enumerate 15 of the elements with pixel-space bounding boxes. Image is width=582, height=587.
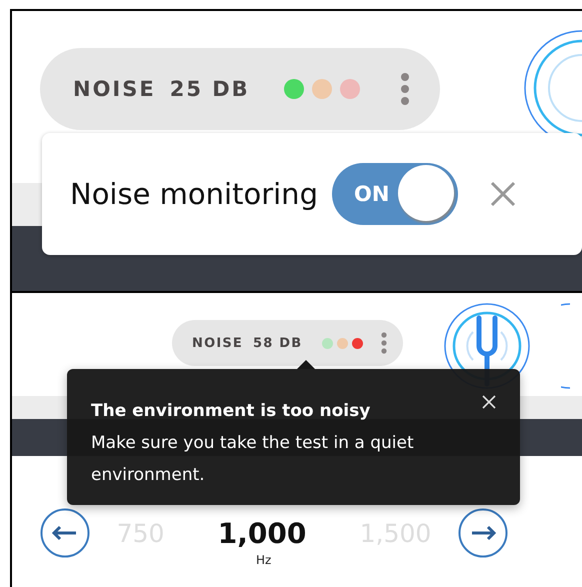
noise-label: NOISE (192, 336, 244, 350)
sound-waves-icon[interactable] (561, 302, 572, 390)
toggle-switch[interactable]: ON (332, 163, 458, 225)
noise-label: NOISE (73, 77, 156, 101)
noise-reading: 58 DB (253, 336, 302, 350)
noise-indicator[interactable]: NOISE 58 DB (172, 320, 404, 366)
frequency-unit: Hz (256, 552, 272, 566)
noise-reading: 25 DB (170, 77, 250, 101)
more-icon[interactable] (381, 332, 388, 354)
frequency-option[interactable]: 1,000 (218, 516, 306, 550)
more-icon[interactable] (400, 72, 410, 106)
tooltip-message: Make sure you take the test in a quiet environment. (91, 432, 415, 487)
noise-monitoring-label: Noise monitoring (70, 177, 318, 211)
noise-indicator[interactable]: NOISE 25 DB (40, 48, 440, 130)
tooltip-title: The environment is too noisy (91, 401, 370, 421)
